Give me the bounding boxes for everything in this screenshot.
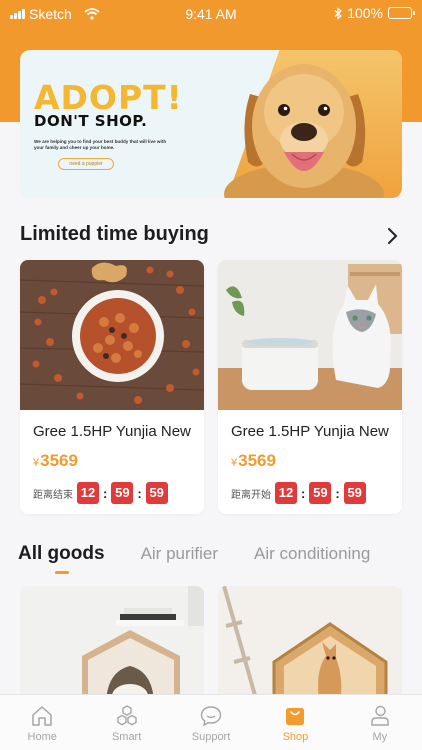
product-card[interactable]: Gree 1.5HP Yunjia New ¥3569 距离开始 12 : 59… (218, 260, 402, 514)
tabbar-label: Smart (111, 731, 142, 743)
tab-air-conditioning[interactable]: Air conditioning (254, 544, 370, 564)
support-icon (200, 706, 222, 727)
product-price: ¥3569 (231, 451, 276, 470)
tabbar-label: My (372, 731, 388, 743)
product-name: Gree 1.5HP Yunjia New (33, 423, 191, 440)
active-tab-indicator (55, 571, 69, 574)
smart-icon (116, 705, 137, 726)
banner-cta-button[interactable]: need a puppier (58, 158, 114, 170)
cat-fountain-image (218, 260, 402, 410)
shop-icon (286, 708, 305, 725)
tabbar-item-support[interactable]: Support (169, 695, 253, 750)
dog-illustration (224, 64, 384, 198)
tabbar-item-my[interactable]: My (338, 695, 422, 750)
tabbar-label: Home (27, 731, 57, 743)
countdown-label: 距离开始 (231, 489, 271, 501)
tabbar-label: Shop (282, 731, 309, 743)
user-icon (371, 705, 389, 726)
countdown-minutes: 59 (111, 482, 134, 504)
tabbar-item-smart[interactable]: Smart (84, 695, 168, 750)
countdown-minutes: 59 (309, 482, 332, 504)
pet-food-image (20, 260, 204, 410)
countdown-hours: 12 (77, 482, 99, 504)
chevron-right-icon[interactable] (386, 226, 400, 246)
goods-tabs: All goods Air purifier Air conditioning (18, 543, 406, 565)
tabbar-label: Support (191, 731, 231, 743)
banner-description: We are helping you to find your best bud… (34, 139, 167, 151)
bottom-tab-bar: Home Smart Support Shop My (0, 694, 422, 750)
status-bar: Sketch 9:41 AM 100% (0, 0, 422, 28)
countdown-hours: 12 (275, 482, 297, 504)
promo-banner[interactable]: ADOPT! DON'T SHOP. We are helping you to… (20, 50, 402, 198)
product-price: ¥3569 (33, 451, 78, 470)
battery-percent: 100% (347, 5, 383, 21)
home-icon (32, 706, 52, 726)
countdown-seconds: 59 (145, 482, 168, 504)
countdown-timer: 距离结束 12 : 59 : 59 (33, 482, 168, 504)
status-right: 100% (334, 5, 415, 21)
tabbar-item-shop[interactable]: Shop (253, 695, 337, 750)
product-card[interactable]: Gree 1.5HP Yunjia New ¥3569 距离结束 12 : 59… (20, 260, 204, 514)
battery-icon (388, 7, 415, 19)
tab-all-goods[interactable]: All goods (18, 543, 105, 565)
banner-subline: DON'T SHOP. (34, 112, 148, 130)
countdown-timer: 距离开始 12 : 59 : 59 (231, 482, 366, 504)
tabbar-item-home[interactable]: Home (0, 695, 84, 750)
bluetooth-icon (334, 6, 343, 20)
tab-air-purifier[interactable]: Air purifier (141, 544, 218, 564)
limited-section-title: Limited time buying (20, 223, 209, 245)
goods-card-pet-house[interactable] (20, 586, 204, 706)
countdown-seconds: 59 (343, 482, 366, 504)
product-name: Gree 1.5HP Yunjia New (231, 423, 389, 440)
countdown-label: 距离结束 (33, 489, 73, 501)
goods-card-dog-house[interactable] (218, 586, 402, 706)
